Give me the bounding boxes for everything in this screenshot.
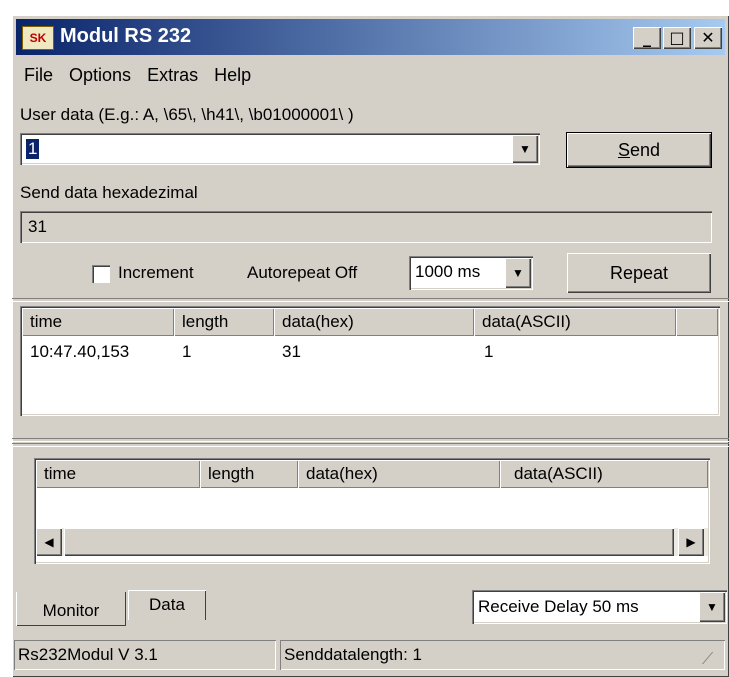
column-header-data-hex[interactable]: data(hex) [298,460,500,488]
repeat-button[interactable]: Repeat [567,253,711,293]
triangle-down-icon[interactable]: ▼ [699,592,725,622]
send-hex-value: 31 [28,217,47,236]
column-header-time[interactable]: time [22,308,174,336]
app-icon[interactable]: SK [22,26,54,50]
divider [12,438,729,442]
triangle-down-icon[interactable]: ▼ [512,135,538,163]
size-grip-icon[interactable]: ⟋ [702,651,724,673]
tab-monitor[interactable]: Monitor [16,592,126,626]
triangle-down-icon[interactable]: ▼ [505,258,531,288]
horizontal-scrollbar[interactable]: ◀ ▶ [36,528,708,556]
window-title: Modul RS 232 [60,25,192,47]
autorepeat-label: Autorepeat Off [247,263,358,282]
column-header-data-ascii[interactable]: data(ASCII) [500,460,708,488]
scrollbar-thumb[interactable] [64,528,674,556]
triangle-right-icon[interactable]: ▶ [678,528,704,556]
menu-file[interactable]: File [16,59,61,86]
status-version: Rs232Modul V 3.1 [14,640,276,670]
user-data-combobox[interactable]: 1 ▼ [20,133,540,165]
menu-bar: File Options Extras Help [16,59,259,89]
menu-extras[interactable]: Extras [139,59,206,86]
maximize-button[interactable]: □ [663,27,691,49]
send-hex-label: Send data hexadezimal [20,183,198,202]
column-header-data-hex[interactable]: data(hex) [274,308,474,336]
cell-length: 1 [182,342,192,361]
minimize-button[interactable]: _ [633,27,661,49]
send-table[interactable]: time length data(hex) data(ASCII) 10:47.… [20,306,720,416]
tab-data[interactable]: Data [128,590,206,620]
send-hex-field: 31 [20,211,712,243]
increment-checkbox[interactable] [92,265,110,283]
column-header-length[interactable]: length [174,308,274,336]
receive-table[interactable]: time length data(hex) data(ASCII) ◀ ▶ [34,458,710,564]
column-header-time[interactable]: time [36,460,200,488]
column-header-data-ascii[interactable]: data(ASCII) [474,308,676,336]
cell-time: 10:47.40,153 [30,342,130,361]
menu-options[interactable]: Options [61,59,139,86]
cell-data-hex: 31 [282,342,301,361]
user-data-value[interactable]: 1 [26,139,40,159]
autorepeat-value[interactable]: 1000 ms [415,262,480,282]
main-window: SK Modul RS 232 _ □ ✕ File Options Extras H… [12,15,729,677]
receive-delay-value[interactable]: Receive Delay 50 ms [478,597,639,617]
send-button[interactable]: Send [566,132,712,168]
increment-label: Increment [118,263,194,282]
divider [12,298,729,302]
title-bar[interactable]: SK Modul RS 232 _ □ ✕ [16,19,725,55]
divider [12,443,729,447]
autorepeat-combobox[interactable]: 1000 ms ▼ [409,256,533,290]
triangle-left-icon[interactable]: ◀ [36,528,62,556]
receive-delay-combobox[interactable]: Receive Delay 50 ms ▼ [472,590,727,624]
close-button[interactable]: ✕ [694,27,722,49]
user-data-label: User data (E.g.: A, \65\, \h41\, \b01000… [20,105,354,124]
menu-help[interactable]: Help [206,59,259,86]
status-senddatalength: Senddatalength: 1 [280,640,725,670]
column-header-empty [676,308,718,336]
column-header-length[interactable]: length [200,460,298,488]
cell-data-ascii: 1 [484,342,494,361]
